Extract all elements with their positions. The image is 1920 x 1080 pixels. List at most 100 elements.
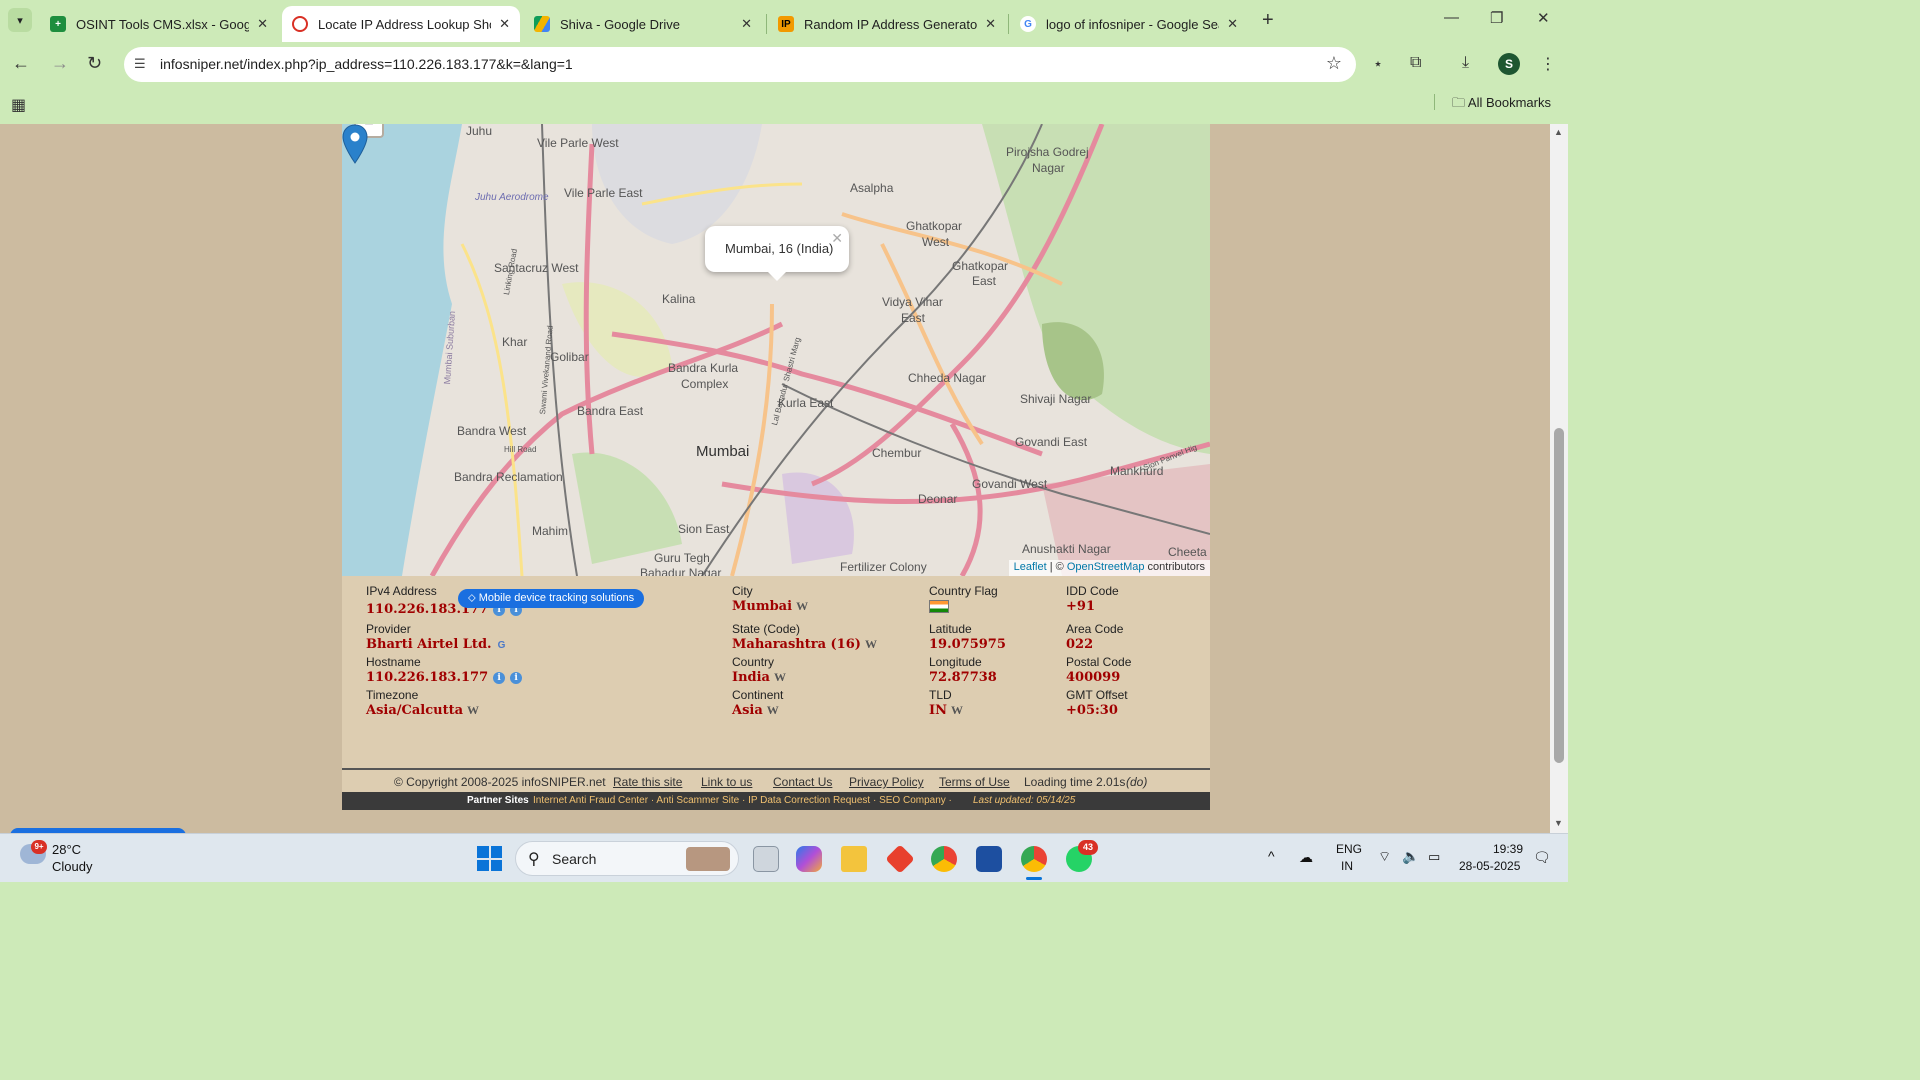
anydesk-icon[interactable] bbox=[885, 844, 915, 874]
chrome-profile-icon[interactable] bbox=[1021, 846, 1047, 872]
country-value: India bbox=[732, 670, 770, 685]
bookmarks-bar bbox=[0, 88, 1568, 124]
city-field: City Mumbai W bbox=[732, 584, 808, 614]
osm-link[interactable]: OpenStreetMap bbox=[1067, 561, 1145, 573]
provider-label: Provider bbox=[366, 622, 411, 636]
info-icon[interactable]: i bbox=[493, 672, 506, 684]
start-button[interactable] bbox=[477, 846, 502, 871]
apps-grid-icon[interactable]: ▦ bbox=[11, 95, 26, 115]
info-icon[interactable]: i bbox=[510, 672, 523, 684]
wikipedia-icon[interactable]: W bbox=[774, 670, 786, 685]
chrome-icon[interactable] bbox=[931, 846, 957, 872]
map-label: Juhu Aerodrome bbox=[475, 192, 549, 203]
mobile-tracking-promo[interactable]: ⬦ Mobile device tracking solutions bbox=[458, 589, 645, 608]
map-label: Kalina bbox=[662, 292, 696, 306]
map-label: Chembur bbox=[872, 446, 922, 460]
tab-osint-tools[interactable]: + OSINT Tools CMS.xlsx - Google ✕ bbox=[40, 6, 278, 42]
search-highlight-image bbox=[686, 847, 730, 871]
file-explorer-icon[interactable] bbox=[841, 846, 867, 872]
show-hidden-icons[interactable]: ^ bbox=[1268, 848, 1275, 864]
profile-avatar[interactable]: S bbox=[1498, 53, 1520, 75]
tab-google-drive[interactable]: Shiva - Google Drive ✕ bbox=[524, 6, 762, 42]
language-code[interactable]: ENG bbox=[1336, 842, 1362, 856]
tab-separator bbox=[1008, 14, 1009, 34]
map-label: Vile Parle East bbox=[564, 186, 643, 200]
search-label: Search bbox=[552, 851, 597, 867]
close-tab-icon[interactable]: ✕ bbox=[1227, 16, 1238, 32]
leaflet-link[interactable]: Leaflet bbox=[1014, 561, 1047, 573]
new-tab-button[interactable]: + bbox=[1262, 9, 1274, 32]
close-tab-icon[interactable]: ✕ bbox=[741, 16, 752, 32]
taskbar-search[interactable]: ⚲ Search bbox=[515, 841, 739, 876]
battery-icon[interactable]: ▭ bbox=[1428, 849, 1440, 865]
map-label: Juhu bbox=[466, 124, 493, 138]
wifi-icon[interactable]: ⌔ bbox=[1378, 848, 1391, 866]
all-bookmarks-button[interactable]: 🗀 All Bookmarks bbox=[1452, 94, 1551, 116]
map-label: Khar bbox=[502, 335, 528, 349]
idd-label: IDD Code bbox=[1066, 584, 1119, 598]
download-icon[interactable]: ⤓ bbox=[1462, 54, 1469, 72]
site-info-icon[interactable]: ☰ bbox=[134, 56, 146, 72]
popup-close-icon[interactable]: ✕ bbox=[831, 230, 843, 247]
task-view-icon[interactable] bbox=[753, 846, 779, 872]
restore-button[interactable]: ❐ bbox=[1490, 9, 1503, 27]
language-region[interactable]: IN bbox=[1341, 859, 1353, 873]
ip-icon: IP bbox=[778, 16, 794, 32]
terms-of-use-link[interactable]: Terms of Use bbox=[939, 775, 1010, 789]
tab-random-ip[interactable]: IP Random IP Address Generator, ✕ bbox=[768, 6, 1006, 42]
copilot-icon[interactable] bbox=[796, 846, 822, 872]
country-field: Country India W bbox=[732, 655, 786, 685]
location-map[interactable]: − Juhu Vile Parle West Vile Parle East J… bbox=[342, 124, 1210, 576]
map-tiles bbox=[342, 124, 1210, 576]
tab-search-button[interactable]: ▾ bbox=[8, 8, 32, 32]
weather-temperature[interactable]: 28°C bbox=[52, 842, 81, 857]
onedrive-icon[interactable]: ☁ bbox=[1299, 849, 1313, 866]
map-label: Kurla East bbox=[778, 396, 834, 410]
map-attribution: Leaflet | © OpenStreetMap contributors bbox=[1008, 560, 1210, 576]
menu-icon[interactable]: ⋮ bbox=[1540, 54, 1556, 74]
tab-google-search[interactable]: G logo of infosniper - Google Sea ✕ bbox=[1010, 6, 1248, 42]
wikipedia-icon[interactable]: W bbox=[767, 703, 779, 718]
clock-time[interactable]: 19:39 bbox=[1493, 842, 1523, 856]
wikipedia-icon[interactable]: W bbox=[796, 599, 808, 614]
notifications-icon[interactable]: 🗨 bbox=[1533, 849, 1551, 866]
city-label: City bbox=[732, 584, 753, 598]
wikipedia-icon[interactable]: W bbox=[951, 703, 963, 718]
powershell-icon[interactable] bbox=[976, 846, 1002, 872]
url-text[interactable]: infosniper.net/index.php?ip_address=110.… bbox=[160, 56, 573, 72]
map-label: Sion East bbox=[678, 522, 730, 536]
rate-site-link[interactable]: Rate this site bbox=[613, 775, 682, 789]
page-scrollbar[interactable]: ▲ ▼ bbox=[1550, 124, 1568, 833]
close-tab-icon[interactable]: ✕ bbox=[985, 16, 996, 32]
extensions-icon[interactable]: ⧉ bbox=[1410, 54, 1421, 72]
bookmark-star-icon[interactable]: ☆ bbox=[1326, 53, 1342, 74]
scroll-down-icon[interactable]: ▼ bbox=[1554, 818, 1563, 828]
address-bar[interactable]: ☰ infosniper.net/index.php?ip_address=11… bbox=[124, 47, 1356, 82]
map-label: Mahim bbox=[532, 524, 569, 538]
map-label: Guru Tegh bbox=[654, 551, 710, 565]
close-window-button[interactable]: ✕ bbox=[1537, 9, 1550, 27]
scrollbar-thumb[interactable] bbox=[1554, 428, 1564, 763]
map-marker-icon[interactable] bbox=[342, 124, 368, 164]
wikipedia-icon[interactable]: W bbox=[467, 703, 479, 718]
close-tab-icon[interactable]: ✕ bbox=[499, 16, 510, 32]
contact-us-link[interactable]: Contact Us bbox=[773, 775, 832, 789]
minimize-button[interactable]: — bbox=[1444, 9, 1459, 26]
google-search-icon[interactable]: G bbox=[498, 640, 506, 651]
forward-button[interactable]: → bbox=[51, 53, 69, 74]
volume-icon[interactable]: 🔈 bbox=[1402, 848, 1419, 865]
wikipedia-icon[interactable]: W bbox=[865, 637, 877, 652]
clock-date[interactable]: 28-05-2025 bbox=[1459, 859, 1520, 873]
longitude-field: Longitude 72.87738 bbox=[929, 655, 997, 685]
partner-links[interactable]: Internet Anti Fraud Center · Anti Scamme… bbox=[533, 795, 952, 806]
back-button[interactable]: ← bbox=[12, 53, 30, 74]
reload-button[interactable]: ↻ bbox=[87, 53, 102, 74]
lens-extension-icon[interactable]: ⋆ bbox=[1373, 54, 1383, 74]
link-to-us-link[interactable]: Link to us bbox=[701, 775, 752, 789]
privacy-policy-link[interactable]: Privacy Policy bbox=[849, 775, 924, 789]
close-tab-icon[interactable]: ✕ bbox=[257, 16, 268, 32]
map-popup: Mumbai, 16 (India) ✕ bbox=[705, 226, 849, 281]
tab-infosniper[interactable]: Locate IP Address Lookup Show ✕ bbox=[282, 6, 520, 42]
scroll-up-icon[interactable]: ▲ bbox=[1554, 127, 1563, 137]
weather-condition[interactable]: Cloudy bbox=[52, 859, 92, 874]
